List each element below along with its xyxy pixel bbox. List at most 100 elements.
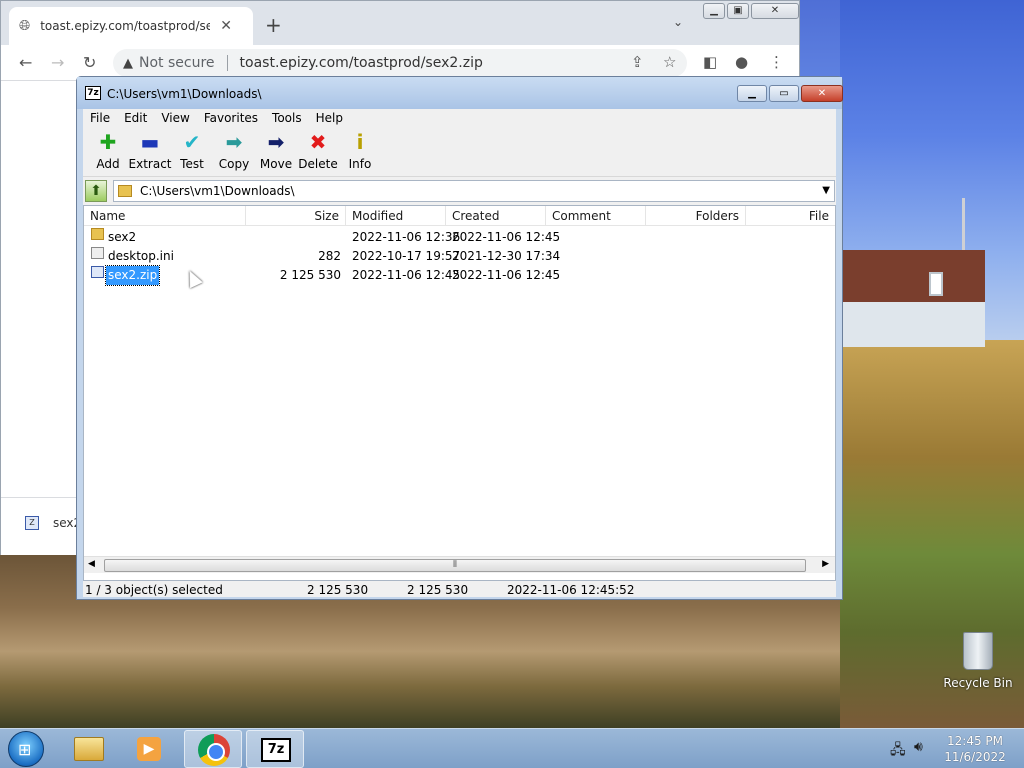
move-button[interactable]: ➡ Move [255, 127, 297, 176]
recycle-bin-label: Recycle Bin [943, 676, 1013, 690]
maximize-button[interactable]: ▣ [727, 3, 749, 19]
copy-button[interactable]: ➡ Copy [213, 127, 255, 176]
7zip-icon: 7z [261, 738, 291, 762]
7zip-titlebar[interactable]: 7z C:\Users\vm1\Downloads\ ▁ ▭ ✕ [77, 77, 843, 109]
browser-tab[interactable]: 🌐︎ toast.epizy.com/toastprod/sex2.z ✕ [9, 7, 253, 45]
test-button[interactable]: ✔ Test [171, 127, 213, 176]
7zip-maximize-button[interactable]: ▭ [769, 85, 799, 102]
chrome-icon [198, 734, 230, 766]
row-size: 2 125 530 [279, 268, 341, 282]
col-modified[interactable]: Modified [346, 206, 446, 226]
file-list[interactable]: Name Size Modified Created Comment Folde… [83, 205, 836, 581]
row-name: sex2.zip [104, 265, 161, 286]
recycle-bin[interactable]: Recycle Bin [938, 632, 1018, 690]
menu-file[interactable]: File [83, 109, 117, 127]
start-button[interactable]: ⊞ [8, 731, 44, 767]
reload-icon[interactable]: ↻ [83, 53, 96, 72]
taskbar-explorer[interactable] [60, 730, 118, 768]
move-label: Move [259, 157, 293, 171]
7zip-client-area: File Edit View Favorites Tools Help ✚ Add… [83, 109, 836, 597]
address-url[interactable]: toast.epizy.com/toastprod/sex2.zip [240, 55, 483, 71]
volume-icon[interactable]: 🔊︎ [914, 739, 923, 755]
col-created[interactable]: Created [446, 206, 546, 226]
warning-triangle-icon[interactable]: ▲ [123, 56, 133, 71]
info-button[interactable]: i Info [339, 127, 381, 176]
taskbar-media-player[interactable]: ▶ [120, 730, 178, 768]
7zip-close-button[interactable]: ✕ [801, 85, 843, 102]
browser-tabbar: 🌐︎ toast.epizy.com/toastprod/sex2.z ✕ + … [1, 1, 799, 45]
menu-favorites[interactable]: Favorites [197, 109, 265, 127]
copy-label: Copy [218, 157, 250, 171]
path-bar: ⬆ C:\Users\vm1\Downloads\ ▼ [83, 179, 836, 203]
7zip-window-title: C:\Users\vm1\Downloads\ [107, 87, 262, 101]
new-tab-icon[interactable]: + [265, 13, 282, 37]
address-separator [226, 55, 228, 71]
download-item[interactable]: Z sex2 [25, 516, 81, 530]
taskbar-chrome[interactable] [184, 730, 242, 768]
menu-help[interactable]: Help [309, 109, 350, 127]
col-size[interactable]: Size [246, 206, 346, 226]
kebab-menu-icon[interactable]: ⋮ [769, 53, 784, 71]
minimize-button[interactable]: ▁ [703, 3, 725, 19]
profile-avatar-icon[interactable]: ● [735, 53, 748, 71]
horizontal-scrollbar[interactable]: ◀ ⦀ ▶ [84, 556, 835, 573]
share-icon[interactable]: ⇪ [631, 53, 644, 71]
browser-window-controls: ▁ ▣ ✕ [703, 3, 799, 19]
folder-icon [118, 185, 132, 197]
path-combobox[interactable]: C:\Users\vm1\Downloads\ ▼ [113, 180, 835, 202]
network-icon[interactable]: 🖧︎ [890, 739, 906, 763]
scroll-right-icon[interactable]: ▶ [822, 559, 829, 569]
scroll-left-icon[interactable]: ◀ [88, 559, 95, 569]
up-folder-button[interactable]: ⬆ [85, 180, 107, 202]
path-text[interactable]: C:\Users\vm1\Downloads\ [140, 184, 295, 198]
tab-title: toast.epizy.com/toastprod/sex2.z [40, 19, 211, 33]
check-arrow-icon: ✔ [183, 130, 201, 154]
menu-view[interactable]: View [154, 109, 196, 127]
house-roof [843, 250, 985, 302]
extract-button[interactable]: ▬ Extract [128, 127, 172, 176]
taskbar: ⊞ ▶ 7z 🖧︎ 🔊︎ 12:45 PM 11/6/2022 [0, 728, 1024, 768]
forward-arrow-icon[interactable]: → [51, 53, 64, 72]
scrollbar-thumb[interactable]: ⦀ [104, 559, 806, 572]
copy-arrow-icon: ➡ [225, 130, 243, 154]
row-modified: 2022-11-06 12:36 [352, 230, 461, 244]
settings-file-icon [91, 247, 104, 259]
info-icon: i [356, 130, 364, 154]
status-modified: 2022-11-06 12:45:52 [507, 583, 635, 597]
7zip-minimize-button[interactable]: ▁ [737, 85, 767, 102]
status-bar: 1 / 3 object(s) selected 2 125 530 2 125… [83, 583, 836, 597]
globe-icon: 🌐︎ [19, 18, 31, 34]
not-secure-label[interactable]: Not secure [139, 55, 215, 71]
explorer-folder-icon [74, 737, 104, 761]
path-dropdown-icon[interactable]: ▼ [822, 185, 830, 196]
extract-label: Extract [128, 157, 172, 171]
tab-close-icon[interactable]: ✕ [220, 18, 232, 34]
row-created: 2022-11-06 12:45 [452, 230, 561, 244]
plus-icon: ✚ [99, 130, 117, 154]
house-wall [843, 302, 985, 347]
clock-time: 12:45 PM [947, 734, 1003, 748]
menu-tools[interactable]: Tools [265, 109, 309, 127]
7zip-window[interactable]: 7z C:\Users\vm1\Downloads\ ▁ ▭ ✕ File Ed… [76, 76, 843, 600]
taskbar-7zip[interactable]: 7z [246, 730, 304, 768]
back-arrow-icon[interactable]: ← [19, 53, 32, 72]
system-clock[interactable]: 12:45 PM 11/6/2022 [940, 733, 1010, 765]
table-row[interactable]: desktop.ini 282 2022-10-17 19:57 2021-12… [84, 247, 835, 266]
col-name[interactable]: Name [84, 206, 246, 226]
tab-search-chevron-icon[interactable]: ⌄ [673, 15, 683, 29]
row-size: 282 [318, 249, 341, 263]
col-files[interactable]: File [746, 206, 835, 226]
info-label: Info [348, 157, 372, 171]
windows-logo-icon: ⊞ [18, 740, 32, 759]
delete-button[interactable]: ✖ Delete [297, 127, 339, 176]
address-bar[interactable]: ▲ Not secure toast.epizy.com/toastprod/s… [113, 49, 687, 77]
col-comment[interactable]: Comment [546, 206, 646, 226]
col-folders[interactable]: Folders [646, 206, 746, 226]
close-button[interactable]: ✕ [751, 3, 799, 19]
table-row[interactable]: sex2 2022-11-06 12:36 2022-11-06 12:45 [84, 228, 835, 247]
bookmark-star-icon[interactable]: ☆ [663, 53, 676, 71]
menu-edit[interactable]: Edit [117, 109, 154, 127]
add-button[interactable]: ✚ Add [87, 127, 129, 176]
side-panel-icon[interactable]: ◧ [703, 53, 717, 71]
7zip-app-icon: 7z [85, 86, 101, 100]
